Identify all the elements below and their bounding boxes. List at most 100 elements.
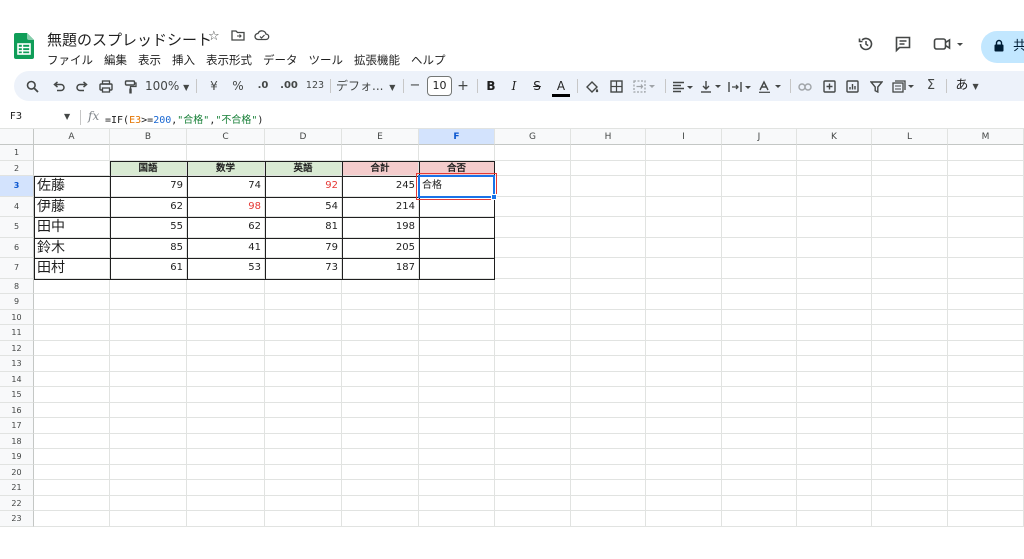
column-header-l[interactable]: L: [872, 129, 948, 145]
cell[interactable]: [571, 145, 646, 161]
cell[interactable]: [722, 433, 797, 449]
cell[interactable]: [342, 464, 419, 480]
cell[interactable]: [34, 325, 110, 341]
cell[interactable]: [646, 160, 722, 176]
cell[interactable]: [571, 160, 646, 176]
cell[interactable]: [342, 449, 419, 465]
row-header-4[interactable]: 4: [0, 196, 34, 217]
cell[interactable]: [797, 258, 872, 279]
cell[interactable]: [571, 278, 646, 294]
merge-cells-icon[interactable]: [630, 71, 660, 101]
row-header-3[interactable]: 3: [0, 176, 34, 197]
row-header-17[interactable]: 17: [0, 418, 34, 434]
cell[interactable]: [722, 387, 797, 403]
format-currency-button[interactable]: ¥: [205, 71, 223, 101]
cell[interactable]: [646, 356, 722, 372]
cell[interactable]: [722, 402, 797, 418]
cell[interactable]: [342, 418, 419, 434]
cell[interactable]: [187, 387, 265, 403]
cell[interactable]: [646, 217, 722, 238]
cell[interactable]: [722, 480, 797, 496]
table-header-cell[interactable]: 国語: [110, 160, 187, 176]
cell[interactable]: [110, 402, 187, 418]
cell[interactable]: [872, 449, 948, 465]
cell[interactable]: [419, 371, 495, 387]
cell[interactable]: [646, 278, 722, 294]
cell[interactable]: [187, 402, 265, 418]
score-cell[interactable]: 245: [342, 176, 419, 197]
cell[interactable]: [646, 464, 722, 480]
table-header-cell[interactable]: 英語: [265, 160, 342, 176]
result-cell[interactable]: [419, 196, 495, 217]
filter-icon[interactable]: [867, 71, 885, 101]
cell[interactable]: [722, 294, 797, 310]
row-header-10[interactable]: 10: [0, 309, 34, 325]
cell[interactable]: [948, 160, 1024, 176]
column-header-i[interactable]: I: [646, 129, 722, 145]
cell[interactable]: [342, 387, 419, 403]
undo-icon[interactable]: [48, 71, 68, 101]
cell[interactable]: [646, 237, 722, 258]
cell[interactable]: [187, 340, 265, 356]
row-header-9[interactable]: 9: [0, 294, 34, 310]
column-header-c[interactable]: C: [187, 129, 265, 145]
cell[interactable]: [342, 278, 419, 294]
text-color-button[interactable]: A: [552, 74, 570, 97]
cell[interactable]: [571, 402, 646, 418]
row-header-20[interactable]: 20: [0, 464, 34, 480]
fill-color-icon[interactable]: [583, 71, 601, 101]
cell[interactable]: [419, 418, 495, 434]
score-cell[interactable]: 54: [265, 196, 342, 217]
cell[interactable]: [495, 340, 571, 356]
cell[interactable]: [722, 340, 797, 356]
cell[interactable]: [34, 356, 110, 372]
cell[interactable]: [872, 278, 948, 294]
cell[interactable]: [265, 340, 342, 356]
cell[interactable]: [571, 418, 646, 434]
cell[interactable]: [34, 449, 110, 465]
column-header-k[interactable]: K: [797, 129, 872, 145]
cell[interactable]: [342, 145, 419, 161]
result-cell[interactable]: 合格: [419, 176, 495, 197]
cell[interactable]: [948, 511, 1024, 527]
result-cell[interactable]: [419, 237, 495, 258]
column-header-b[interactable]: B: [110, 129, 187, 145]
cell[interactable]: [187, 278, 265, 294]
fill-handle[interactable]: [491, 193, 497, 200]
cell[interactable]: [265, 464, 342, 480]
cell[interactable]: [948, 278, 1024, 294]
cell[interactable]: [722, 356, 797, 372]
cell[interactable]: [872, 258, 948, 279]
score-cell[interactable]: 74: [187, 176, 265, 197]
cell[interactable]: [872, 309, 948, 325]
score-cell[interactable]: 62: [110, 196, 187, 217]
cell[interactable]: [265, 480, 342, 496]
cell[interactable]: [797, 418, 872, 434]
cell[interactable]: [187, 418, 265, 434]
decrease-decimal-button[interactable]: .0: [252, 71, 274, 101]
cell[interactable]: [495, 294, 571, 310]
column-header-e[interactable]: E: [342, 129, 419, 145]
cell[interactable]: [342, 511, 419, 527]
cell[interactable]: [34, 309, 110, 325]
cell[interactable]: [571, 449, 646, 465]
cell[interactable]: [34, 145, 110, 161]
cell[interactable]: [722, 217, 797, 238]
cell[interactable]: [342, 402, 419, 418]
select-all-corner[interactable]: [0, 129, 34, 145]
cell[interactable]: [646, 371, 722, 387]
cell[interactable]: [419, 356, 495, 372]
row-header-8[interactable]: 8: [0, 278, 34, 294]
score-cell[interactable]: 41: [187, 237, 265, 258]
spreadsheet-grid[interactable]: ABCDEFGHIJKLM 1 2 3 4 5 6 7 8 9 10 11 12 13 14 15 16 17 1…: [0, 129, 1024, 559]
cell[interactable]: [110, 278, 187, 294]
cell[interactable]: [495, 176, 571, 197]
cell[interactable]: [571, 217, 646, 238]
cell[interactable]: [872, 495, 948, 511]
functions-button[interactable]: Σ: [922, 71, 940, 101]
cell[interactable]: [948, 217, 1024, 238]
menu-edit[interactable]: 編集: [104, 52, 127, 68]
cell[interactable]: [797, 387, 872, 403]
redo-icon[interactable]: [72, 71, 92, 101]
cell[interactable]: [342, 480, 419, 496]
